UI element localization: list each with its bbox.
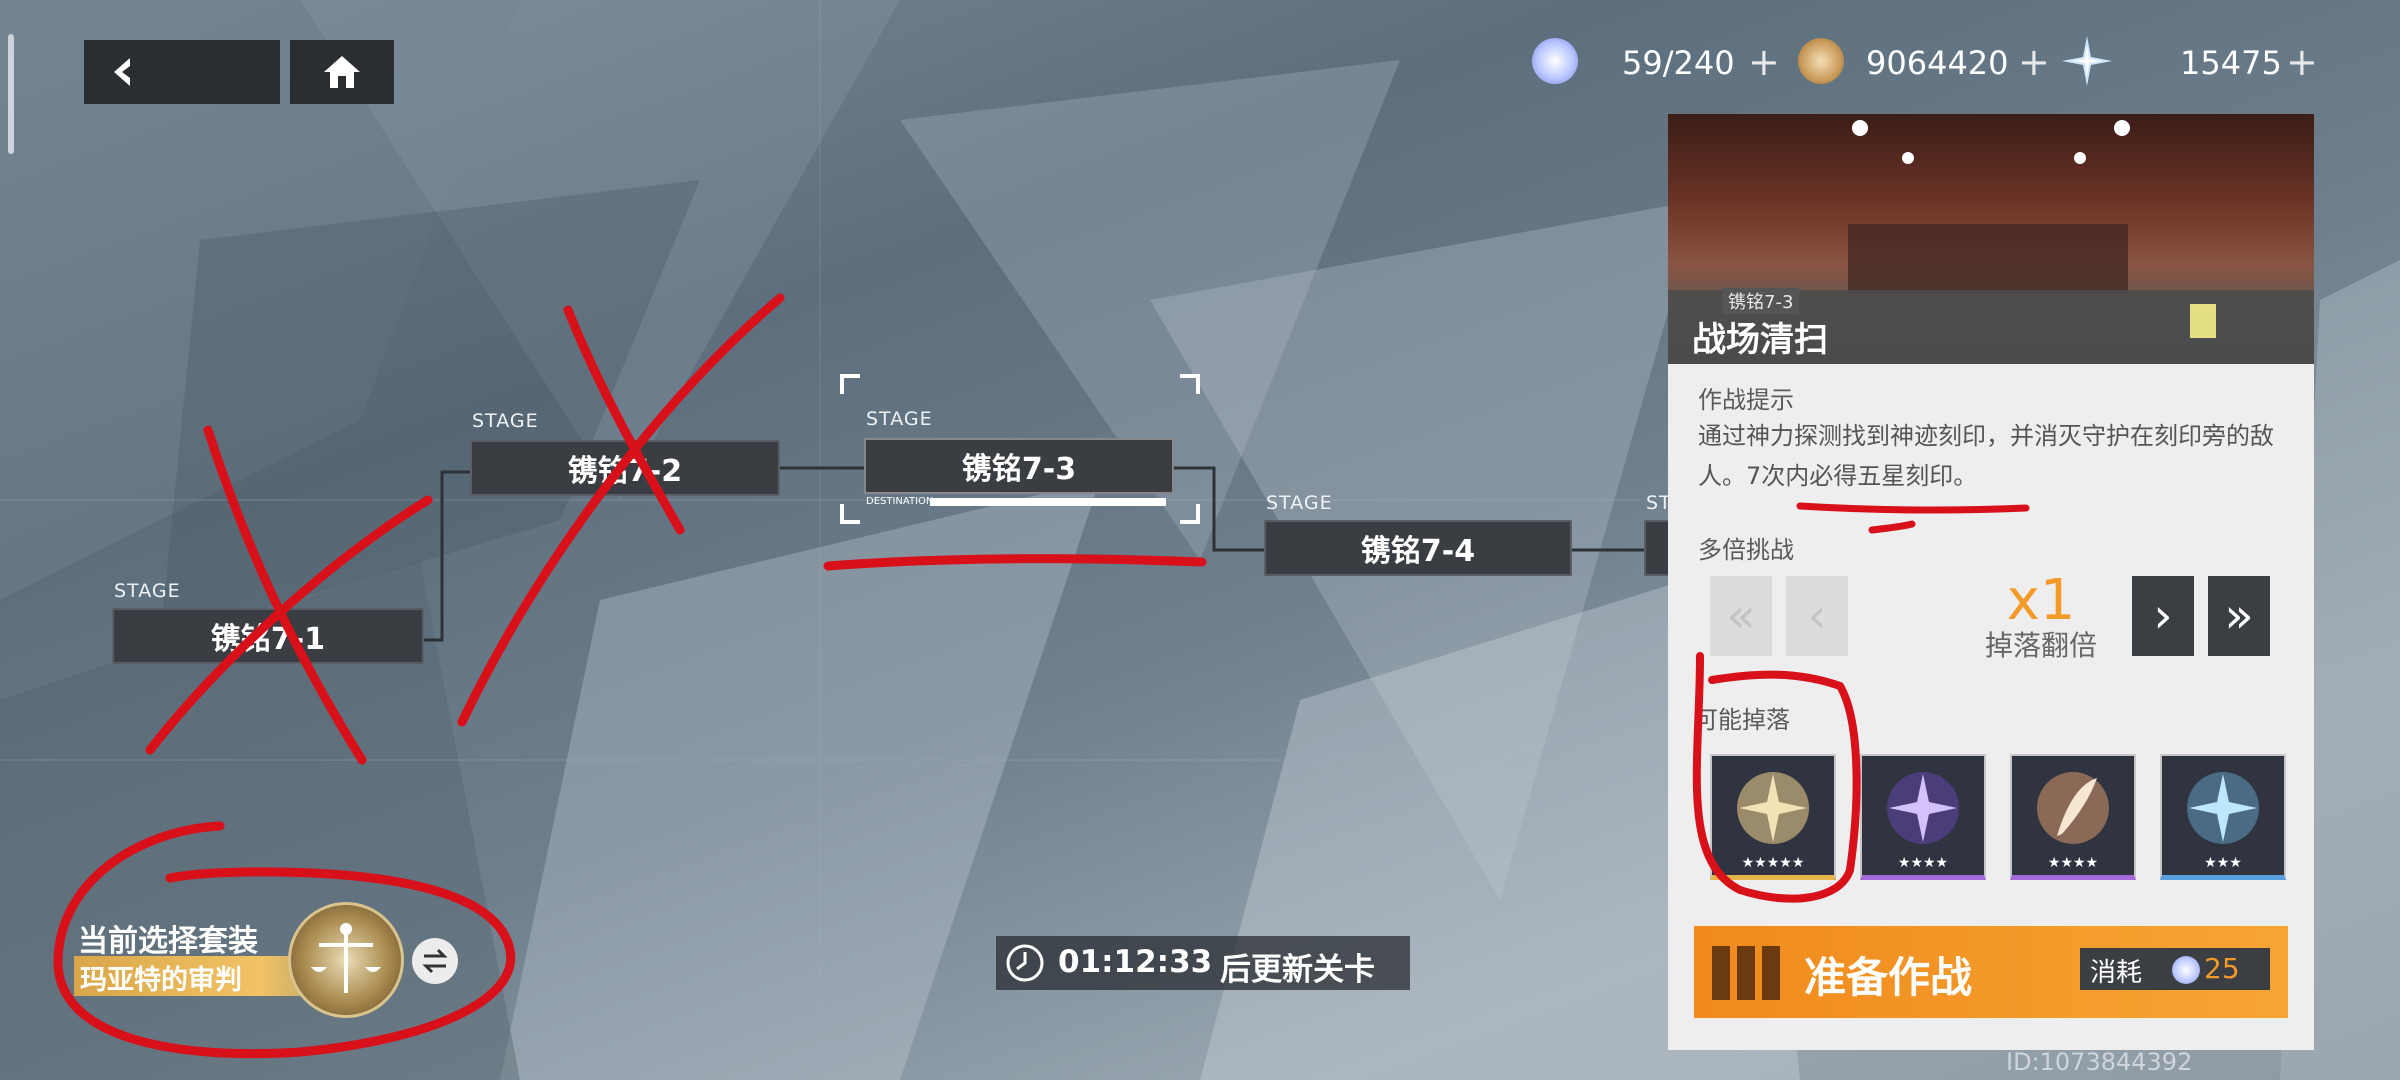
stage-name: 镌铭7-1	[210, 622, 326, 657]
drop-item-4[interactable]: ★★★	[2160, 754, 2286, 880]
refresh-timer: 01:12:33 后更新关卡	[996, 936, 1410, 990]
stage-detail-panel: 镌铭7-3 战场清扫 作战提示 通过神力探测找到神迹刻印，并消灭守护在刻印旁的敌…	[1668, 114, 2314, 1050]
destination-label: DESTINATION	[866, 496, 934, 507]
multi-challenge-label: 多倍挑战	[1698, 536, 1794, 564]
multiplier-min-button[interactable]: «	[1710, 576, 1772, 656]
multiplier-increase-button[interactable]: ›	[2132, 576, 2194, 656]
stage-node-7-1[interactable]: 镌铭7-1	[112, 608, 424, 664]
stage-title: 战场清扫	[1692, 320, 1828, 360]
timer-value: 01:12:33	[1058, 944, 1213, 980]
stage-tag-7-1: STAGE	[114, 580, 181, 602]
gold-seal-icon	[1737, 772, 1809, 844]
tips-label: 作战提示	[1698, 386, 1794, 414]
cost-stamina-icon	[2172, 956, 2200, 984]
prepare-battle-button[interactable]: 准备作战 消耗 25	[1694, 926, 2288, 1018]
stage-node-7-2[interactable]: 镌铭7-2	[470, 440, 780, 496]
multiplier-decrease-button[interactable]: ‹	[1786, 576, 1848, 656]
multiplier-max-button[interactable]: »	[2208, 576, 2270, 656]
purple-seal-icon	[1887, 772, 1959, 844]
drop-item-3[interactable]: ★★★★	[2010, 754, 2136, 880]
clock-icon	[1006, 944, 1044, 982]
swap-icon[interactable]	[412, 938, 458, 984]
drops-label: 可能掉落	[1694, 706, 1790, 734]
stage-node-7-3[interactable]: 镌铭7-3	[864, 438, 1174, 494]
multiplier-desc: 掉落翻倍	[1984, 629, 2097, 662]
feather-seal-icon	[2037, 772, 2109, 844]
battle-icon	[1712, 946, 1780, 1000]
suit-label: 当前选择套装	[78, 924, 258, 959]
timer-suffix: 后更新关卡	[1220, 952, 1375, 988]
destination-bar	[930, 498, 1166, 506]
tips-text: 通过神力探测找到神迹刻印，并消灭守护在刻印旁的敌人。7次内必得五星刻印。	[1698, 422, 2274, 490]
drop-item-2[interactable]: ★★★★	[1860, 754, 1986, 880]
stage-tag-7-2: STAGE	[472, 410, 539, 432]
drop-stars: ★★★	[2204, 855, 2242, 871]
drop-stars: ★★★★	[1897, 855, 1949, 871]
stage-node-7-4[interactable]: 镌铭7-4	[1264, 520, 1572, 576]
blue-seal-icon	[2187, 772, 2259, 844]
cost-label: 消耗	[2090, 958, 2143, 988]
prepare-label: 准备作战	[1804, 953, 1973, 1002]
cost-box: 消耗 25	[2080, 948, 2270, 990]
suit-name: 玛亚特的审判	[80, 965, 242, 996]
suit-emblem-icon	[288, 902, 404, 1018]
stage-code: 镌铭7-3	[1722, 288, 1800, 314]
stage-tag-7-4: STAGE	[1266, 492, 1333, 514]
cost-value: 25	[2204, 952, 2240, 985]
stage-name: 镌铭7-2	[567, 454, 683, 489]
drop-stars: ★★★★	[2047, 855, 2099, 871]
stage-name: 镌铭7-3	[961, 452, 1077, 487]
stage-name: 镌铭7-4	[1360, 534, 1476, 569]
user-id: ID:1073844392	[2006, 1048, 2193, 1076]
drop-stars: ★★★★★	[1741, 855, 1805, 871]
drop-item-1[interactable]: ★★★★★	[1710, 754, 1836, 880]
